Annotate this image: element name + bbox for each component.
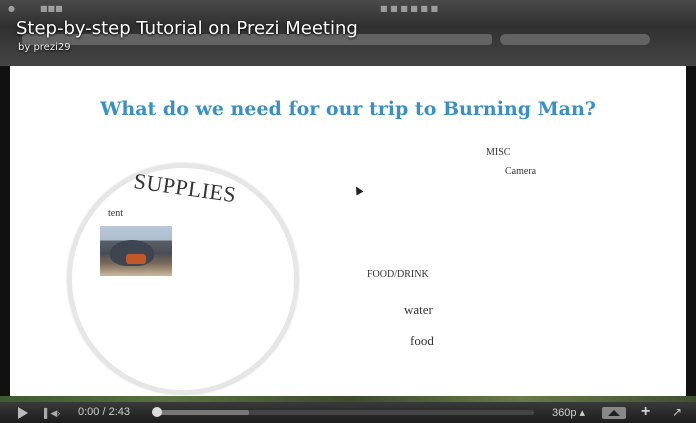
food-label: food [410, 333, 434, 348]
popout-icon[interactable] [602, 407, 626, 419]
play-icon[interactable] [18, 407, 28, 419]
blurred-search-box [500, 34, 650, 45]
quality-button[interactable]: 360p ▴ [552, 406, 585, 419]
misc-label: MISC [486, 147, 511, 158]
seek-handle[interactable] [152, 407, 162, 417]
player-controls: ▌◀› 0:00 / 2:43 360p ▴ + ↗ [0, 402, 696, 423]
prezi-slide: What do we need for our trip to Burning … [10, 66, 686, 396]
volume-icon[interactable]: ▌◀› [44, 408, 60, 419]
expand-icon[interactable]: + [641, 403, 650, 421]
video-byline[interactable]: by prezi29 [18, 42, 71, 53]
water-label: water [404, 302, 433, 317]
time-display: 0:00 / 2:43 [78, 406, 130, 418]
camera-label: Camera [505, 166, 537, 177]
seek-bar[interactable] [154, 410, 534, 415]
video-title[interactable]: Step-by-step Tutorial on Prezi Meeting [16, 18, 358, 39]
tent-photo [100, 226, 172, 276]
mouse-cursor-icon [352, 184, 364, 196]
blurred-menubar: ● ■■■ ■ ■ ■ ■ ■ ■ [8, 4, 439, 13]
slide-heading: What do we need for our trip to Burning … [100, 98, 596, 120]
buffer-bar [154, 410, 249, 415]
blurred-bookmarks-bar [0, 50, 696, 62]
embedded-browser-screen: ● ■■■ ■ ■ ■ ■ ■ ■ Step-by-step Tutorial … [0, 0, 696, 66]
video-player[interactable]: ● ■■■ ■ ■ ■ ■ ■ ■ Step-by-step Tutorial … [0, 0, 696, 423]
food-drink-label: FOOD/DRINK [367, 269, 429, 280]
tent-label: tent [108, 208, 123, 219]
fullscreen-icon[interactable]: ↗ [672, 405, 682, 419]
